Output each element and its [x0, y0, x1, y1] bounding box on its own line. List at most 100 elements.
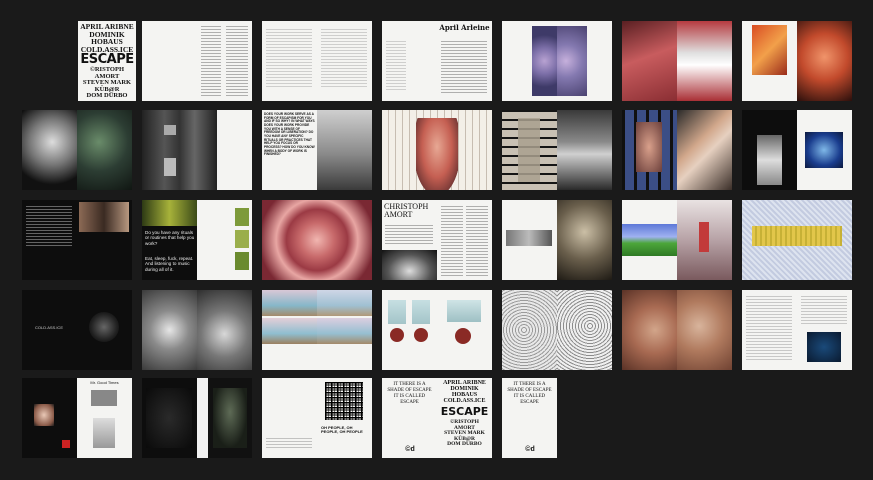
- spread-11[interactable]: [382, 110, 492, 190]
- page: [622, 110, 677, 190]
- page: [677, 21, 732, 101]
- spread-12[interactable]: [502, 110, 612, 190]
- cover-names-bottom: ©RISTOPH AMORT STEVEN MARK KÜB@R DOM DUR…: [439, 419, 490, 448]
- spread-13[interactable]: [622, 110, 732, 190]
- photo: [262, 290, 317, 316]
- page: [502, 200, 557, 280]
- spread-23[interactable]: [142, 290, 252, 370]
- spread-last[interactable]: IT THERE IS A SHADE OF ESCAPE IT IS CALL…: [502, 378, 557, 458]
- cover-name: COLD.ASS.ICE: [443, 398, 486, 404]
- page: [677, 110, 732, 190]
- spread-26[interactable]: [502, 290, 612, 370]
- photo: [235, 208, 249, 226]
- page: [197, 21, 252, 101]
- page: [437, 290, 492, 370]
- page: April Arleine: [437, 21, 492, 101]
- page: [262, 200, 372, 280]
- spread-closing[interactable]: OH PEOPLE, OH PEOPLE, OH PEOPLE: [262, 378, 372, 458]
- spread-27[interactable]: [622, 290, 732, 370]
- photo: [164, 125, 176, 135]
- closing-text: OH PEOPLE, OH PEOPLE, OH PEOPLE: [321, 425, 363, 434]
- cover-names-bottom: ©RISTOPH AMORT STEVEN MARK KÜB@R DOM DUR…: [80, 66, 134, 100]
- page: [382, 110, 492, 190]
- cover-name: DOM DURBO: [447, 441, 482, 447]
- photo: [455, 328, 471, 344]
- cover-title: ESCAPE: [440, 405, 489, 418]
- photo: [752, 226, 842, 246]
- dark-caption: COLD.ASS.ICE: [34, 325, 63, 330]
- text-column: [441, 41, 487, 93]
- photo: [146, 388, 192, 448]
- page: [502, 21, 557, 101]
- qr-code[interactable]: [325, 382, 363, 420]
- photo: [557, 26, 587, 96]
- logo: ©d: [525, 446, 535, 453]
- spread-19[interactable]: [502, 200, 612, 280]
- photo: [805, 132, 843, 168]
- text-column: [26, 206, 72, 246]
- spread-8[interactable]: [22, 110, 132, 190]
- page: OH PEOPLE, OH PEOPLE, OH PEOPLE: [317, 378, 372, 458]
- spread-14[interactable]: [742, 110, 852, 190]
- spread-28[interactable]: [742, 290, 852, 370]
- spread-24[interactable]: [262, 290, 372, 370]
- page: [742, 200, 852, 280]
- text-column: [266, 438, 312, 448]
- photo: [62, 440, 70, 448]
- text-column: [441, 206, 463, 276]
- text-column: [801, 296, 847, 326]
- page: Do you have any rituals or routines that…: [142, 200, 197, 280]
- text-column: [386, 41, 406, 91]
- photo: [636, 122, 662, 172]
- cover-names-top: APRIL ARIBNE DOMINIK HOBAUS COLD.ASS.ICE: [439, 380, 490, 404]
- spread-17[interactable]: [262, 200, 372, 280]
- photo: [142, 200, 197, 226]
- page: [142, 21, 197, 101]
- photo: [89, 312, 119, 342]
- back-text: IT THERE IS A SHADE OF ESCAPE IT IS CALL…: [507, 382, 552, 405]
- photo: [93, 418, 115, 448]
- page: [797, 290, 852, 370]
- spread-9[interactable]: [142, 110, 252, 190]
- figure: [416, 118, 458, 190]
- photo: [532, 26, 557, 96]
- text-column: [266, 29, 312, 89]
- spread-qa[interactable]: DOES YOUR WORK SERVE AS A FORM OF ESCAPI…: [262, 110, 372, 190]
- spread-2[interactable]: [142, 21, 252, 101]
- spread-cover[interactable]: APRIL ARIBNE DOMINIK HOBAUS COLD.ASS.ICE…: [78, 21, 136, 101]
- spread-30[interactable]: [142, 378, 252, 458]
- spread-christoph[interactable]: CHRISTOPH AMORT: [382, 200, 492, 280]
- spread-20[interactable]: [622, 200, 732, 280]
- page: [77, 200, 132, 280]
- spread-22[interactable]: COLD.ASS.ICE: [22, 290, 132, 370]
- page: [622, 200, 677, 280]
- photo: [262, 318, 317, 344]
- page: [742, 290, 797, 370]
- question-text: Do you have any rituals or routines that…: [145, 230, 195, 246]
- photo: [622, 224, 677, 256]
- page: [197, 290, 252, 370]
- spread-25[interactable]: [382, 290, 492, 370]
- page: [142, 110, 217, 190]
- page: [317, 21, 372, 101]
- spread-back[interactable]: IT THERE IS A SHADE OF ESCAPE IT IS CALL…: [382, 378, 492, 458]
- photo: [388, 300, 406, 324]
- spread-15[interactable]: [22, 200, 132, 280]
- spread-21[interactable]: [742, 200, 852, 280]
- page: [677, 200, 732, 280]
- spread-29[interactable]: Mr. Good Times: [22, 378, 132, 458]
- page: [742, 110, 797, 190]
- photo: [34, 404, 54, 426]
- page: [317, 110, 372, 190]
- photo: [447, 300, 481, 322]
- spread-question[interactable]: Do you have any rituals or routines that…: [142, 200, 252, 280]
- spread-6[interactable]: [622, 21, 732, 101]
- photo: [213, 388, 247, 448]
- spread-7[interactable]: [742, 21, 852, 101]
- cover-names-top: APRIL ARIBNE DOMINIK HOBAUS COLD.ASS.ICE: [80, 23, 134, 53]
- spread-april[interactable]: April Arleine: [382, 21, 492, 101]
- spread-5[interactable]: [502, 21, 612, 101]
- spread-3[interactable]: [262, 21, 372, 101]
- photo: [752, 25, 787, 75]
- page: [22, 378, 77, 458]
